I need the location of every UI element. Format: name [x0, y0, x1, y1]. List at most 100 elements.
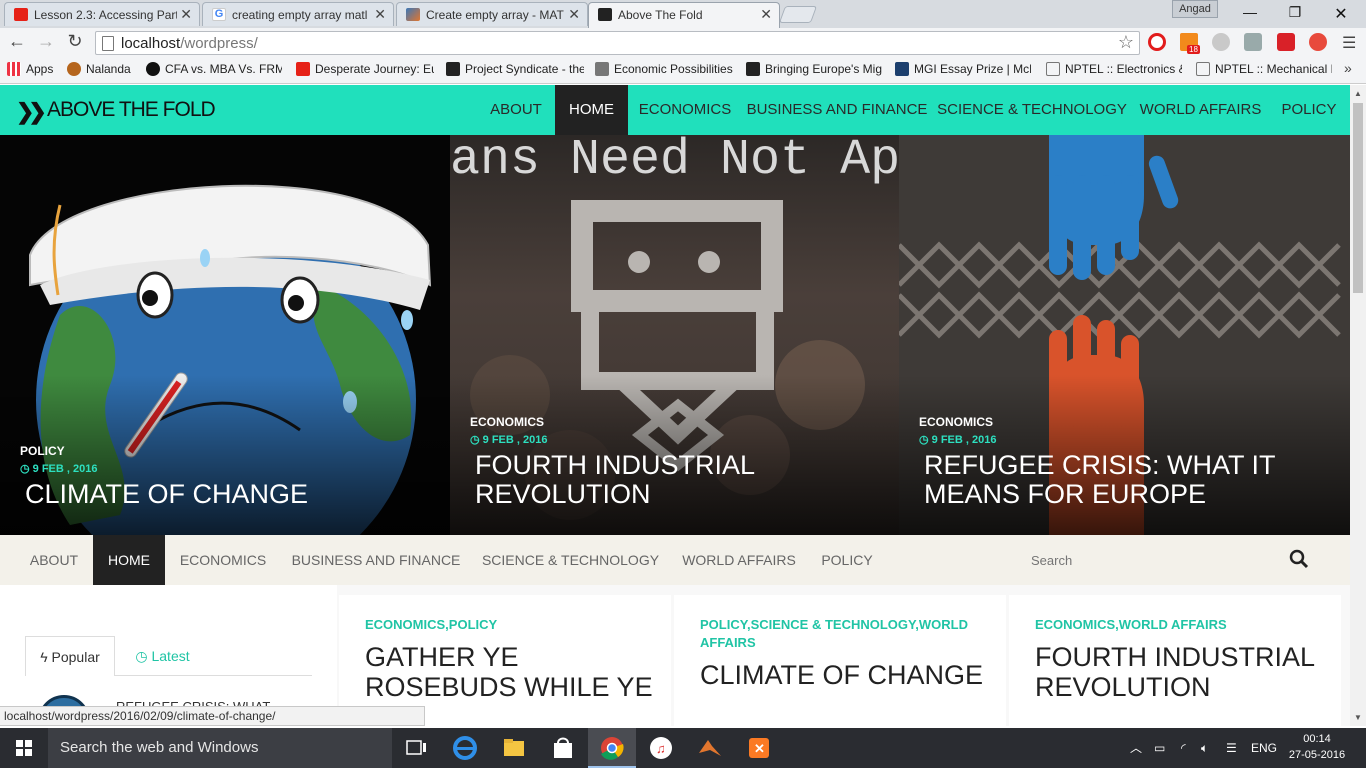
file-explorer-icon[interactable]	[490, 728, 538, 768]
bookmark-economic-possibilities[interactable]: Economic Possibilities	[595, 62, 733, 76]
store-icon[interactable]	[539, 728, 587, 768]
clock-icon: ◷	[20, 463, 33, 475]
close-icon[interactable]: ✕	[180, 6, 192, 23]
slide-category[interactable]: POLICY	[20, 444, 65, 458]
search-input[interactable]	[1020, 543, 1320, 577]
bookmark-mgi[interactable]: MGI Essay Prize | McK	[895, 62, 1031, 76]
screen: Lesson 2.3: Accessing Part ✕ G creating …	[0, 0, 1366, 768]
bookmark-project-syndicate[interactable]: Project Syndicate - the	[446, 62, 584, 76]
address-text: localhost/wordpress/	[121, 35, 258, 52]
slide-backdrop-sign: ans Need Not Ap	[450, 135, 900, 189]
scroll-down-icon[interactable]: ▼	[1354, 713, 1362, 722]
nav-economics[interactable]: ECONOMICS	[628, 85, 742, 135]
subnav-policy[interactable]: POLICY	[808, 535, 886, 585]
battery-icon[interactable]: ▭	[1154, 728, 1165, 768]
tab-above-the-fold[interactable]: Above The Fold ✕	[588, 2, 780, 28]
slide-category[interactable]: ECONOMICS	[919, 415, 993, 429]
windows-start-icon[interactable]	[0, 728, 48, 768]
close-icon[interactable]: ✕	[760, 6, 772, 23]
reload-icon[interactable]: ↻	[64, 31, 86, 52]
clock[interactable]: 00:14 27-05-2016	[1288, 731, 1346, 763]
tab-title: Create empty array - MAT	[426, 8, 564, 22]
slide-title[interactable]: REFUGEE CRISIS: WHAT IT MEANS FOR EUROPE	[924, 451, 1324, 509]
slide-title[interactable]: FOURTH INDUSTRIAL REVOLUTION	[475, 451, 875, 509]
subnav-economics[interactable]: ECONOMICS	[165, 535, 281, 585]
post-title[interactable]: CLIMATE OF CHANGE	[700, 660, 990, 690]
red-extension-icon[interactable]	[1309, 33, 1327, 51]
nav-business-and-finance[interactable]: BUSINESS AND FINANCE	[742, 85, 932, 135]
tab-creating-array[interactable]: G creating empty array matl ✕	[202, 2, 394, 26]
subnav-about[interactable]: ABOUT	[15, 535, 93, 585]
bookmark-nptel-mechanical[interactable]: NPTEL :: Mechanical E	[1196, 62, 1332, 76]
gear-extension-icon[interactable]	[1244, 33, 1262, 51]
address-bar[interactable]: localhost/wordpress/ ☆	[95, 31, 1140, 55]
restore-icon[interactable]: ❐	[1283, 4, 1307, 21]
double-chevron-icon[interactable]: ❯❯	[16, 99, 47, 125]
tab-lesson[interactable]: Lesson 2.3: Accessing Part ✕	[4, 2, 200, 26]
close-icon[interactable]: ✕	[568, 6, 580, 23]
bookmark-nalanda[interactable]: Nalanda	[67, 62, 135, 76]
slide-fourth-industrial-revolution[interactable]: ans Need Not Ap ECONOMICS ◷ 9 FEB , 2016…	[450, 135, 900, 535]
slide-category[interactable]: ECONOMICS	[470, 415, 544, 429]
nav-home[interactable]: HOME	[555, 85, 628, 135]
itunes-icon[interactable]: ♫	[637, 728, 685, 768]
tab-title: Above The Fold	[618, 8, 703, 22]
forward-arrow-icon[interactable]: →	[35, 31, 57, 52]
nav-science-technology[interactable]: SCIENCE & TECHNOLOGY	[932, 85, 1132, 135]
new-tab-button[interactable]	[778, 6, 818, 23]
back-arrow-icon[interactable]: ←	[6, 31, 28, 52]
close-window-icon[interactable]: ✕	[1329, 4, 1353, 24]
matlab-icon[interactable]	[686, 728, 734, 768]
slide-date: ◷ 9 FEB , 2016	[919, 433, 996, 446]
nav-policy[interactable]: POLICY	[1269, 85, 1349, 135]
nav-world-affairs[interactable]: WORLD AFFAIRS	[1132, 85, 1269, 135]
bookmark-star-icon[interactable]: ☆	[1118, 32, 1134, 53]
task-view-icon[interactable]	[392, 728, 440, 768]
volume-icon[interactable]: 🔈︎	[1201, 728, 1208, 768]
search-icon[interactable]	[1288, 548, 1310, 570]
xampp-icon[interactable]: ✕	[735, 728, 783, 768]
show-hidden-icons[interactable]: ︿	[1130, 728, 1142, 768]
bookmarks-overflow-icon[interactable]: »	[1344, 60, 1352, 76]
scroll-up-icon[interactable]: ▲	[1354, 89, 1362, 98]
post-categories[interactable]: ECONOMICS,WORLD AFFAIRS	[1035, 616, 1325, 634]
page-scrollbar[interactable]: ▲ ▼	[1350, 85, 1366, 726]
slide-date: ◷ 9 FEB , 2016	[470, 433, 547, 446]
bookmark-bringing-europe[interactable]: Bringing Europe's Mig	[746, 62, 882, 76]
profile-button[interactable]: Angad	[1172, 0, 1218, 18]
post-title[interactable]: FOURTH INDUSTRIAL REVOLUTION	[1035, 642, 1325, 702]
grey-extension-icon[interactable]	[1212, 33, 1230, 51]
language-indicator[interactable]: ENG	[1251, 728, 1277, 768]
taskbar-search[interactable]: Search the web and Windows	[48, 728, 392, 768]
subnav-business-and-finance[interactable]: BUSINESS AND FINANCE	[281, 535, 471, 585]
chrome-icon[interactable]	[588, 728, 636, 768]
wifi-icon[interactable]: ◜	[1181, 728, 1186, 768]
edge-icon[interactable]	[441, 728, 489, 768]
bookmark-apps[interactable]: Apps	[7, 62, 59, 76]
slide-title[interactable]: CLIMATE OF CHANGE	[25, 480, 425, 509]
opera-extension-icon[interactable]	[1148, 33, 1166, 51]
slide-refugee-crisis[interactable]: ECONOMICS ◷ 9 FEB , 2016 REFUGEE CRISIS:…	[899, 135, 1350, 535]
tab-popular[interactable]: ϟ Popular	[25, 636, 115, 676]
subnav-science-technology[interactable]: SCIENCE & TECHNOLOGY	[471, 535, 670, 585]
nav-about[interactable]: ABOUT	[478, 85, 554, 135]
post-categories[interactable]: POLICY,SCIENCE & TECHNOLOGY,WORLD AFFAIR…	[700, 616, 990, 652]
scrollbar-thumb[interactable]	[1353, 103, 1363, 293]
bookmark-nptel-electronics[interactable]: NPTEL :: Electronics &	[1046, 62, 1182, 76]
bookmark-label: Project Syndicate - the	[465, 62, 584, 76]
site-logo[interactable]: ABOVE THE FOLD	[47, 98, 216, 122]
action-center-icon[interactable]: ☰	[1226, 728, 1237, 768]
url-host: localhost	[121, 35, 181, 52]
close-icon[interactable]: ✕	[374, 6, 386, 23]
bookmark-cfa[interactable]: CFA vs. MBA Vs. FRM:	[146, 62, 282, 76]
bookmark-desperate-journey[interactable]: Desperate Journey: Eu	[296, 62, 434, 76]
minimize-icon[interactable]: —	[1238, 4, 1262, 20]
post-categories[interactable]: ECONOMICS,POLICY	[365, 616, 655, 634]
subnav-home[interactable]: HOME	[93, 535, 165, 585]
tab-latest[interactable]: ◷ Latest	[125, 636, 200, 676]
media-extension-icon[interactable]	[1277, 33, 1295, 51]
tab-matlab[interactable]: Create empty array - MAT ✕	[396, 2, 588, 26]
menu-icon[interactable]: ☰	[1342, 33, 1356, 53]
subnav-world-affairs[interactable]: WORLD AFFAIRS	[670, 535, 808, 585]
slide-climate-of-change[interactable]: POLICY ◷ 9 FEB , 2016 CLIMATE OF CHANGE	[0, 135, 450, 535]
